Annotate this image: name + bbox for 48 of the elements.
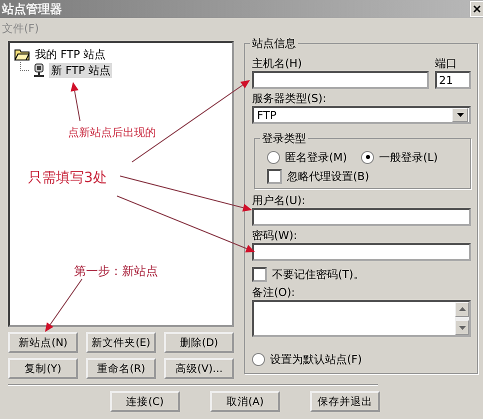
port-field[interactable]: 21 <box>435 71 471 89</box>
toolbar-button[interactable]: 复制(Y) <box>8 358 78 379</box>
dialog-button[interactable]: 取消(A) <box>210 391 280 412</box>
group-title: 登录类型 <box>260 131 308 146</box>
field-label: 用户名(U): <box>252 194 306 208</box>
toolbar-button[interactable]: 高级(V)... <box>164 358 234 379</box>
close-icon[interactable] <box>473 5 481 13</box>
username-field[interactable] <box>252 208 471 226</box>
field-label: 服务器类型(S): <box>252 92 328 106</box>
password-field[interactable] <box>252 242 471 261</box>
dialog-button[interactable]: 连接(C) <box>110 391 180 412</box>
annotation-text: 点新站点后出现的 <box>68 125 156 140</box>
annotation-arrow <box>70 82 80 122</box>
server-type-dropdown[interactable]: FTP <box>252 106 471 124</box>
toolbar-button[interactable]: 重命名(R) <box>86 358 156 379</box>
field-label: 备注(O): <box>252 286 296 300</box>
computer-icon <box>32 62 46 78</box>
tree-item[interactable]: 新 FTP 站点 <box>49 62 112 78</box>
radio-button[interactable] <box>361 150 374 164</box>
checkbox[interactable] <box>267 168 282 184</box>
field-label: 密码(W): <box>252 228 298 243</box>
dialog-button[interactable]: 保存并退出 <box>310 391 380 412</box>
annotation-text: 第一步：新站点 <box>74 263 158 280</box>
annotation-text: 只需填写3处 <box>28 169 107 187</box>
window-title: 站点管理器 <box>2 0 62 18</box>
tree-item[interactable]: 我的 FTP 站点 <box>33 46 108 62</box>
option-label: 不要记住密码(T)。 <box>272 267 364 282</box>
field-label: 端口 <box>435 57 458 71</box>
close-button[interactable] <box>470 1 483 17</box>
toolbar-button[interactable]: 删除(D) <box>164 332 234 353</box>
group-title: 站点信息 <box>250 36 298 51</box>
toolbar-button[interactable]: 新文件夹(E) <box>86 332 156 353</box>
scroll-up-icon[interactable] <box>455 302 469 317</box>
option-label: 设置为默认站点(F) <box>270 352 362 367</box>
radio-button[interactable] <box>267 150 280 164</box>
folder-icon <box>14 48 30 60</box>
host-field[interactable] <box>252 71 429 89</box>
radio-button[interactable] <box>252 352 265 366</box>
field-label: 主机名(H) <box>252 57 303 71</box>
option-label: 匿名登录(M) <box>285 150 348 164</box>
option-label: 忽略代理设置(B) <box>287 168 370 184</box>
scroll-down-icon[interactable] <box>455 320 469 336</box>
tree-connector <box>20 62 29 70</box>
toolbar-button[interactable]: 新站点(N) <box>8 332 78 353</box>
option-label: 一般登录(L) <box>379 150 438 164</box>
checkbox[interactable] <box>252 267 267 282</box>
annotation-arrow <box>45 278 82 332</box>
notes-field[interactable] <box>252 300 471 338</box>
